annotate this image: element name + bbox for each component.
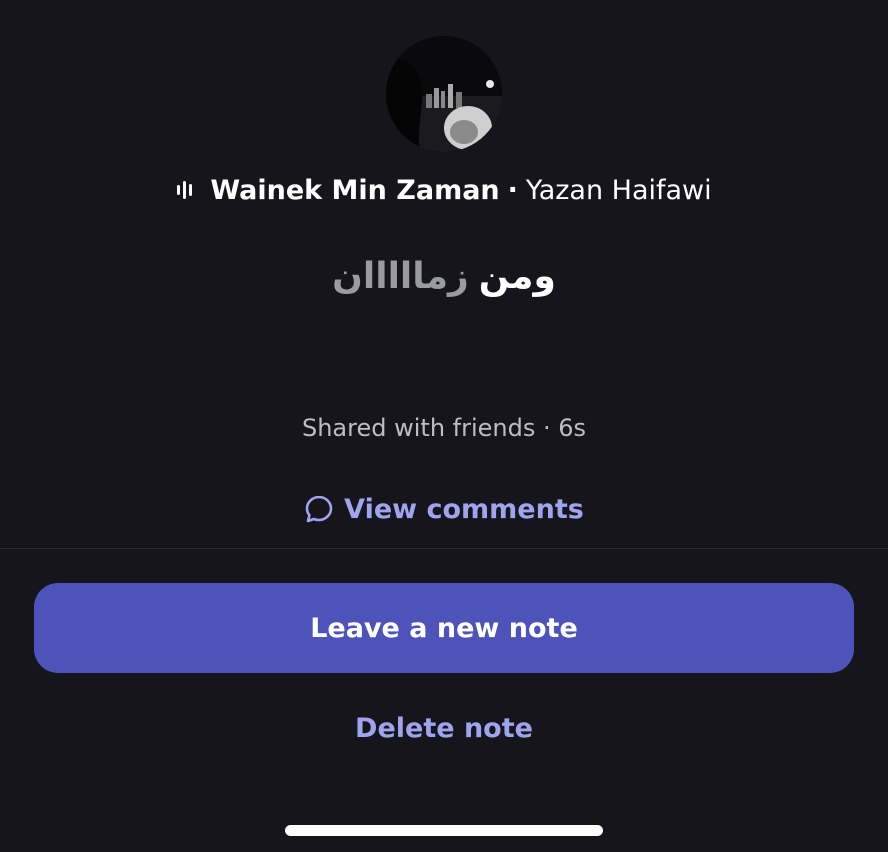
shared-status: Shared with friends · 6s xyxy=(301,414,587,442)
view-comments-label: View comments xyxy=(344,493,584,525)
note-word-bold: ومن xyxy=(478,255,556,297)
avatar[interactable] xyxy=(386,36,502,152)
song-separator: · xyxy=(507,174,518,206)
music-bars-icon xyxy=(176,180,200,200)
view-comments-button[interactable]: View comments xyxy=(0,488,888,530)
divider xyxy=(0,548,888,549)
song-artist: Yazan Haifawi xyxy=(525,174,712,206)
leave-new-note-button[interactable]: Leave a new note xyxy=(34,583,854,673)
note-detail-sheet: Wainek Min Zaman · Yazan Haifawi ومن زما… xyxy=(0,0,888,852)
song-title: Wainek Min Zaman xyxy=(210,174,500,206)
note-text: ومن زمااااان xyxy=(0,248,888,304)
note-word-light: زمااااان xyxy=(332,255,469,297)
home-indicator[interactable] xyxy=(285,825,603,836)
delete-note-button[interactable]: Delete note xyxy=(0,708,888,748)
avatar-photo xyxy=(386,36,502,152)
song-info[interactable]: Wainek Min Zaman · Yazan Haifawi xyxy=(0,170,888,210)
speech-bubble-icon xyxy=(304,494,334,524)
